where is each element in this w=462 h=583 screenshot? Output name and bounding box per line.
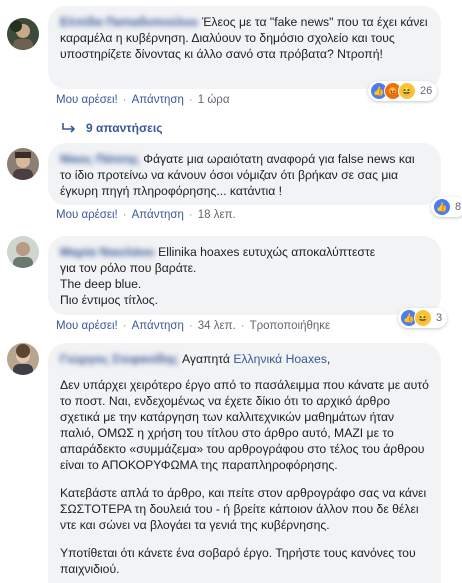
haha-reaction-icon: 😆: [414, 309, 432, 327]
like-link[interactable]: Μου αρέσει!: [56, 94, 118, 106]
comment-bubble: Γιώργος Στεφανίδης Αγαπητά Ελληνικά Hoaxe…: [48, 343, 441, 583]
reactions-summary[interactable]: 👍 😆 3: [398, 308, 448, 328]
timestamp[interactable]: 1 ώρα: [198, 94, 230, 106]
reply-link[interactable]: Απάντηση: [132, 209, 184, 221]
reply-link[interactable]: Απάντηση: [132, 94, 184, 106]
comment-bubble: Ελπίδα Παπαδοπούλου Έλεος με τα "fake new…: [48, 6, 441, 89]
like-link[interactable]: Μου αρέσει!: [56, 209, 118, 221]
comment-actions: Μου αρέσει! · Απάντηση · 1 ώρα: [56, 94, 230, 106]
comment-paragraph: Υποτίθεται ότι κάνετε ένα σοβαρό έργο. Τ…: [60, 546, 416, 576]
author-name[interactable]: Νίκος Πάτσης: [60, 152, 139, 166]
comment-text-line: Πιο έντιμος τίτλος.: [60, 293, 159, 307]
author-name[interactable]: Ελπίδα Παπαδοπούλου: [60, 15, 198, 29]
page-mention-link[interactable]: Ελληνικά Hoaxes: [233, 352, 327, 366]
comment-bubble: Νίκος Πάτσης Φάγατε μια ωραιότατη αναφορά…: [48, 143, 441, 205]
comment-paragraph: Κατεβάστε απλά το άρθρο, και πείτε στον …: [60, 486, 427, 532]
comment-text-line: για τον ρόλο που βαράτε.: [60, 261, 197, 275]
avatar[interactable]: [7, 236, 39, 268]
greeting: Αγαπητά: [181, 352, 230, 366]
haha-reaction-icon: 😆: [398, 82, 416, 100]
view-replies-link[interactable]: 9 απαντήσεις: [62, 121, 162, 135]
greeting-end: ,: [326, 352, 331, 366]
reaction-count: 8: [455, 201, 462, 213]
edited-label[interactable]: Τροποποιήθηκε: [250, 320, 331, 332]
avatar[interactable]: [7, 18, 39, 50]
reaction-count: 3: [436, 312, 443, 324]
reply-arrow-icon: [62, 123, 76, 133]
avatar[interactable]: [7, 343, 39, 375]
reaction-count: 26: [420, 85, 433, 97]
comment-paragraph: Δεν υπάρχει χειρότερο έργο από το πασάλε…: [60, 378, 429, 472]
reply-link[interactable]: Απάντηση: [132, 320, 184, 332]
author-name[interactable]: Μαρία Νικολάου: [60, 245, 154, 259]
author-name[interactable]: Γιώργος Στεφανίδης: [60, 352, 178, 366]
comment-actions: Μου αρέσει! · Απάντηση · 34 λεπ. · Τροποποιήθη…: [56, 320, 331, 332]
comment-actions: Μου αρέσει! · Απάντηση · 18 λεπ.: [56, 209, 236, 221]
reactions-summary[interactable]: 👍 8: [431, 197, 462, 217]
comment-text-line: Ellinika hoaxes ευτυχώς αποκαλύπτεστε: [158, 245, 376, 259]
avatar[interactable]: [7, 148, 39, 180]
comment-text-line: The deep blue.: [60, 277, 142, 291]
like-link[interactable]: Μου αρέσει!: [56, 320, 118, 332]
reactions-summary[interactable]: 👍 😡 😆 26: [368, 81, 438, 101]
like-reaction-icon: 👍: [433, 198, 451, 216]
timestamp[interactable]: 18 λεπ.: [198, 209, 236, 221]
replies-count: 9 απαντήσεις: [86, 121, 163, 135]
comment-bubble: Μαρία Νικολάου Ellinika hoaxes ευτυχώς απ…: [48, 236, 441, 315]
timestamp[interactable]: 34 λεπ.: [198, 320, 236, 332]
